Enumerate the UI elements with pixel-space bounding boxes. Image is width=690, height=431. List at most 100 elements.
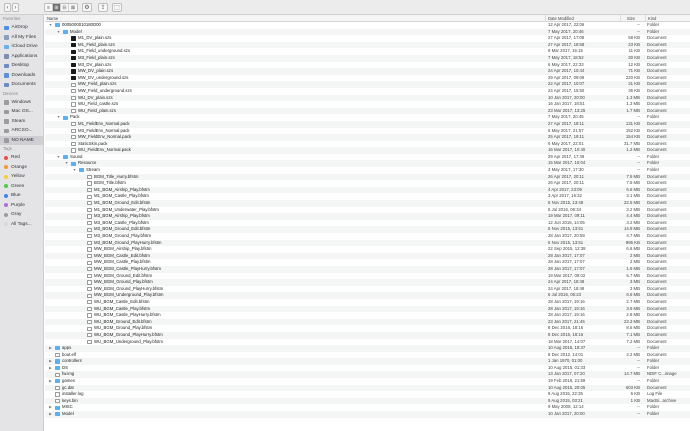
sidebar-tag-blue[interactable]: Blue bbox=[0, 191, 43, 201]
table-row[interactable]: M1_Field_underground.szs 8 Mar 2017, 15:1… bbox=[45, 48, 690, 55]
disclosure-collapsed-icon[interactable]: ▶ bbox=[48, 378, 53, 385]
name-column-header[interactable]: Name bbox=[45, 15, 548, 22]
table-row[interactable]: ▶ MISC 9 May 2008, 12:14 -- Folder bbox=[45, 404, 690, 411]
table-row[interactable]: MW_BGM_Castle_Play.bfstm 28 Jan 2017, 17:… bbox=[45, 259, 690, 266]
sidebar-item-desktop[interactable]: Desktop bbox=[0, 61, 43, 71]
icon-view-icon[interactable]: ⊟ bbox=[61, 4, 69, 11]
table-row[interactable]: ▼ Stream 3 May 2017, 17:30 -- Folder bbox=[45, 167, 690, 174]
table-row[interactable]: ▼ 0005000010180D00 12 Apr 2017, 22:06 -- Fol… bbox=[45, 22, 690, 29]
table-row[interactable]: ▼ Pack 7 May 2017, 20:45 -- Folder bbox=[45, 114, 690, 121]
table-row[interactable]: M3_BGM_Ground_Play.bfstm 28 Jan 2017, 20:… bbox=[45, 233, 690, 240]
table-row[interactable]: MW_BGM_Airship_Play.bfstm 22 Sep 2015, 12… bbox=[45, 246, 690, 253]
table-row[interactable]: ▼ Sound 29 Apr 2017, 17:49 -- Folder bbox=[45, 154, 690, 161]
sidebar-item-airdrop[interactable]: AirDrop bbox=[0, 23, 43, 33]
table-row[interactable]: BGM_Title.bfstm 26 Apr 2017, 20:11 7.5 MB D… bbox=[45, 180, 690, 187]
sidebar-tag-green[interactable]: Green bbox=[0, 182, 43, 192]
table-row[interactable]: M3_BGM_Ground_PlayHurry.bfstm 5 Nov 2015,… bbox=[45, 239, 690, 247]
table-row[interactable]: ▼ Resource 15 Mar 2017, 16:04 -- Folder bbox=[45, 160, 690, 168]
table-row[interactable]: WU_FieldEnv_Normal.pack 16 Mar 2017, 10:4… bbox=[45, 147, 690, 154]
sidebar-item-steam[interactable]: Steam bbox=[0, 117, 43, 127]
table-row[interactable]: MW_BGM_Castle_Edit.bfstm 28 Jan 2017, 17:… bbox=[45, 252, 690, 260]
sidebar-tag-red[interactable]: Red bbox=[0, 153, 43, 163]
sidebar-tag-all-tags[interactable]: All Tags... bbox=[0, 220, 43, 230]
sidebar-tag-gray[interactable]: Gray bbox=[0, 210, 43, 220]
table-row[interactable]: MW_BGM_Ground_PlayHurry.bfstm 24 Apr 2017… bbox=[45, 286, 690, 293]
sidebar-item-documents[interactable]: Documents bbox=[0, 80, 43, 90]
table-row[interactable]: StaticSkin.pack 6 May 2017, 22:01 31.7 MB D… bbox=[45, 141, 690, 148]
disclosure-collapsed-icon[interactable]: ▶ bbox=[48, 404, 53, 411]
table-row[interactable]: WU_BGM_Castle_PlayHurry.bfstm 28 Jan 2017… bbox=[45, 312, 690, 319]
sidebar-tag-yellow[interactable]: Yellow bbox=[0, 172, 43, 182]
table-row[interactable]: M3_FieldEnv_Normal.pack 6 May 2017, 21:57… bbox=[45, 128, 690, 135]
table-row[interactable]: ▶ apps 10 Aug 2015, 18:37 -- Folder bbox=[45, 345, 690, 352]
list-view-icon[interactable]: ≡ bbox=[45, 4, 53, 11]
sidebar-item-downloads[interactable]: Downloads bbox=[0, 71, 43, 81]
table-row[interactable]: ▶ controllers 1 Jan 1970, 01:00 -- Folder bbox=[45, 358, 690, 365]
disclosure-expanded-icon[interactable]: ▼ bbox=[48, 22, 53, 29]
date-column-header[interactable]: Date Modified bbox=[545, 15, 620, 22]
sidebar-item-arcso[interactable]: ARCSO... bbox=[0, 126, 43, 136]
sidebar-item-all-my-files[interactable]: All My Files bbox=[0, 33, 43, 43]
view-mode-segmented-control[interactable]: ≡ ⊞ ⊟ ⊠ bbox=[44, 3, 78, 12]
table-row[interactable]: M1_Field_plain.szs 27 Apr 2017, 18:58 23 K… bbox=[45, 41, 690, 49]
table-row[interactable]: ▼ Model 7 May 2017, 20:46 -- Folder bbox=[45, 28, 690, 36]
table-row[interactable]: WU_Field_castle.szs 16 Jan 2017, 18:51 1.3… bbox=[45, 101, 690, 108]
table-row[interactable]: MW_BGM_Castle_PlayHurry.bfstm 28 Jan 2017… bbox=[45, 265, 690, 273]
table-row[interactable]: M3_BGM_Ground_Edit.bfstm 5 Nov 2015, 13:5… bbox=[45, 226, 690, 233]
sidebar-tag-orange[interactable]: Orange bbox=[0, 163, 43, 173]
table-row[interactable]: M3_Field_plain.szs 7 May 2017, 18:52 30 KB… bbox=[45, 54, 690, 62]
table-row[interactable]: WU_BGM_Underground_Play.bfstm 18 Mar 2017… bbox=[45, 339, 690, 346]
sidebar-item-mac-os[interactable]: Mac OS... bbox=[0, 107, 43, 117]
back-button[interactable]: ‹ bbox=[4, 3, 11, 12]
table-row[interactable]: MW_DV_plain.szs 24 Apr 2017, 10:44 71 KB Do… bbox=[45, 68, 690, 75]
table-row[interactable]: MW_BGM_Ground_Play.bfstm 24 Apr 2017, 18:… bbox=[45, 279, 690, 286]
columns-view-icon[interactable]: ⊞ bbox=[53, 4, 61, 11]
table-row[interactable]: M1_BGM_Underwater_Play.bfstm 6 Jul 2016, … bbox=[45, 207, 690, 214]
table-row[interactable]: WU_BGM_Ground_PlayHurry.bfstm 8 Dec 2016,… bbox=[45, 331, 690, 339]
table-row[interactable]: M1_FieldEnv_Normal.pack 27 Apr 2017, 18:1… bbox=[45, 120, 690, 128]
table-row[interactable]: M3_DV_plain.szs 6 May 2017, 22:33 12 KB Doc… bbox=[45, 62, 690, 69]
table-row[interactable]: boot.elf 8 Dec 2012, 14:01 2.2 MB Document bbox=[45, 352, 690, 359]
table-row[interactable]: installer.log 9 Aug 2015, 22:35 6 KB Log Fi… bbox=[45, 391, 690, 398]
table-row[interactable]: ▶ DS 10 Aug 2015, 01:33 -- Folder bbox=[45, 365, 690, 372]
table-row[interactable]: ▶ games 19 Feb 2016, 21:59 -- Folder bbox=[45, 378, 690, 385]
table-row[interactable]: MW_FieldEnv_Normal.pack 25 Apr 2017, 19:1… bbox=[45, 134, 690, 141]
coverflow-view-icon[interactable]: ⊠ bbox=[69, 4, 77, 11]
table-row[interactable]: keys.bin 9 Aug 2015, 03:21 1 KB MacBi...arc… bbox=[45, 397, 690, 405]
disclosure-expanded-icon[interactable]: ▼ bbox=[56, 154, 61, 161]
table-row[interactable]: MW_BGM_Ground_Edit.bfstm 19 Mar 2017, 09:… bbox=[45, 273, 690, 280]
table-row[interactable]: WU_BGM_Ground_Edit.bfstm 23 Jan 2017, 21:… bbox=[45, 318, 690, 326]
table-row[interactable]: M1_BGM_Airship_Play.bfstm 4 Apr 2017, 23:… bbox=[45, 186, 690, 194]
table-row[interactable]: gc.dat 10 Aug 2015, 20:05 603 KB Document bbox=[45, 384, 690, 392]
arrange-button[interactable]: ⚙ bbox=[82, 3, 92, 12]
table-row[interactable]: MW_DV_underground.szs 29 Apr 2017, 09:09 2… bbox=[45, 75, 690, 82]
table-row[interactable]: M3_BGM_Castle_Play.bfstm 12 Jun 2015, 14:… bbox=[45, 220, 690, 227]
disclosure-expanded-icon[interactable]: ▼ bbox=[72, 167, 77, 174]
table-row[interactable]: WU_DV_plain.szs 10 Jan 2017, 20:00 1.3 MB D… bbox=[45, 94, 690, 102]
sidebar-item-icloud-drive[interactable]: iCloud Drive bbox=[0, 42, 43, 52]
disclosure-collapsed-icon[interactable]: ▶ bbox=[48, 345, 53, 352]
table-row[interactable]: ▶ Model 10 Jan 2017, 20:00 -- Folder bbox=[45, 411, 690, 418]
table-row[interactable]: WU_BGM_Ground_Play.bfstm 8 Dec 2016, 18:1… bbox=[45, 325, 690, 332]
disclosure-expanded-icon[interactable]: ▼ bbox=[56, 114, 61, 121]
disclosure-collapsed-icon[interactable]: ▶ bbox=[48, 358, 53, 365]
size-column-header[interactable]: Size bbox=[620, 15, 645, 22]
table-row[interactable]: WU_BGM_Castle_Edit.bfstm 28 Jan 2017, 19:… bbox=[45, 299, 690, 306]
forward-button[interactable]: › bbox=[12, 3, 19, 12]
table-row[interactable]: MW_BGM_Underground_Play.bfstm 6 Jul 2016,… bbox=[45, 292, 690, 299]
disclosure-collapsed-icon[interactable]: ▶ bbox=[48, 411, 53, 418]
tag-button[interactable]: ⬚ bbox=[112, 3, 122, 12]
disclosure-expanded-icon[interactable]: ▼ bbox=[56, 29, 61, 36]
table-row[interactable]: BGM_Title_Hurry.bfstm 26 Apr 2017, 20:11 7… bbox=[45, 173, 690, 181]
table-row[interactable]: M1_BGM_Ground_Edit.bfstm 5 Nov 2015, 13:4… bbox=[45, 200, 690, 207]
kind-column-header[interactable]: Kind bbox=[645, 15, 690, 22]
sidebar-item-no-name[interactable]: NO NAME bbox=[0, 135, 43, 145]
table-row[interactable]: WU_Field_plain.szs 23 Mar 2017, 13:25 1.7 … bbox=[45, 107, 690, 115]
table-row[interactable]: M1_BGM_Castle_Play.bfstm 3 Apr 2017, 16:3… bbox=[45, 193, 690, 200]
disclosure-collapsed-icon[interactable]: ▶ bbox=[48, 365, 53, 372]
disclosure-expanded-icon[interactable]: ▼ bbox=[64, 160, 69, 167]
table-row[interactable]: WU_BGM_Castle_Play.bfstm 28 Jan 2017, 19:… bbox=[45, 305, 690, 313]
table-row[interactable]: M1_DV_plain.szs 27 Apr 2017, 17:08 58 KB Do… bbox=[45, 35, 690, 42]
sidebar-item-windows[interactable]: Windows bbox=[0, 98, 43, 108]
table-row[interactable]: M3_BGM_Airship_Play.bfstm 19 Mar 2017, 09… bbox=[45, 213, 690, 220]
